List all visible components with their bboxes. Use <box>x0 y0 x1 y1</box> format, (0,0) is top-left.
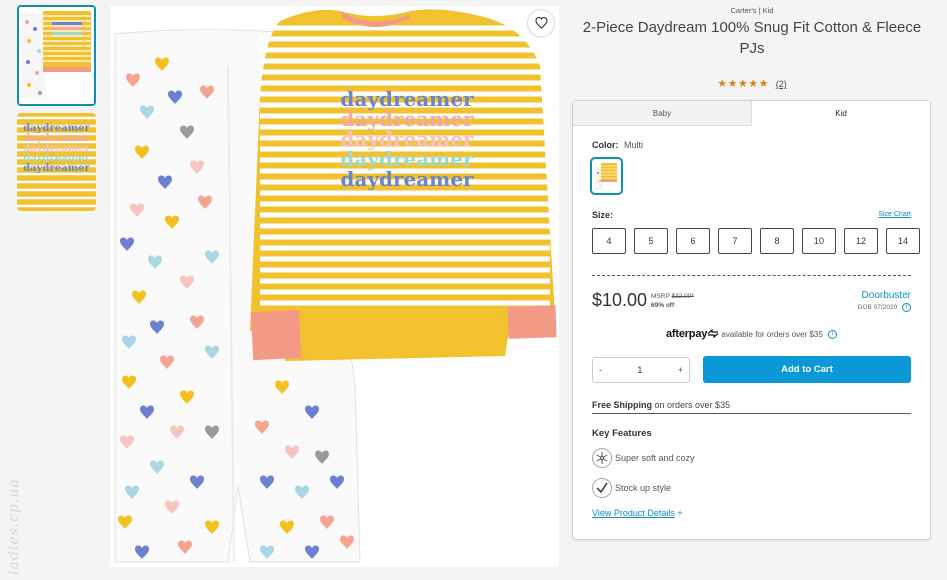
size-option-4[interactable]: 4 <box>592 228 626 254</box>
thumbnail-2[interactable]: daydreamer daydreamer daydreamer daydrea… <box>17 113 96 211</box>
brand-line: Carter's | Kid <box>730 6 774 15</box>
view-product-details-link[interactable]: View Product Details + <box>592 508 683 518</box>
feature-label: Super soft and cozy <box>615 453 695 463</box>
quantity-increase-button[interactable]: + <box>678 365 683 375</box>
tab-baby[interactable]: Baby <box>573 101 752 126</box>
details-link-text: View Product Details <box>592 508 675 518</box>
color-row: Color: Multi <box>592 140 643 150</box>
discount-text: 69% off <box>651 302 675 309</box>
size-option-7[interactable]: 7 <box>718 228 752 254</box>
afterpay-text: available for orders over $35 <box>721 330 823 339</box>
shirt-print-line-5: daydreamer <box>340 167 474 191</box>
rating: ★★★★★ (2) <box>573 77 931 90</box>
main-product-image: daydreamer daydreamer daydreamer daydrea… <box>110 6 559 567</box>
size-option-12[interactable]: 12 <box>844 228 878 254</box>
add-to-cart-button[interactable]: Add to Cart <box>703 356 911 383</box>
quantity-decrease-button[interactable]: - <box>599 365 602 375</box>
size-option-5[interactable]: 5 <box>634 228 668 254</box>
msrp-label: MSRP <box>651 293 670 300</box>
thumb-text-5: daydreamer <box>23 163 90 174</box>
price: $10.00 <box>592 290 648 310</box>
size-option-6[interactable]: 6 <box>676 228 710 254</box>
afterpay-row: afterpay available for orders over $35 i <box>573 328 930 340</box>
size-options: 4 5 6 7 8 10 12 14 <box>592 228 920 254</box>
swatch-image <box>595 163 617 190</box>
purchase-card: Baby Kid Color: Multi Size: Size Chart 4… <box>572 100 931 540</box>
feature-item-soft: Super soft and cozy <box>592 448 695 468</box>
msrp-block: MSRP $32.00* 69% off <box>651 292 694 310</box>
quantity-stepper: - + <box>592 357 690 383</box>
afterpay-info-icon[interactable]: i <box>828 330 838 340</box>
color-value: Multi <box>624 140 644 150</box>
favorite-button[interactable] <box>527 9 555 37</box>
review-count-link[interactable]: (2) <box>776 79 787 89</box>
size-chart-link[interactable]: Size Chart <box>878 211 911 218</box>
size-option-8[interactable]: 8 <box>760 228 794 254</box>
checkmark-icon <box>592 478 612 498</box>
rating-stars: ★★★★★ <box>717 78 770 90</box>
shipping-text: on orders over $35 <box>654 400 731 410</box>
shipping-bold: Free Shipping <box>592 400 653 410</box>
afterpay-arrows-icon <box>707 328 719 339</box>
afterpay-logo: afterpay <box>665 328 708 340</box>
msrp-value: $32.00* <box>671 293 694 300</box>
feature-label: Stock up style <box>615 483 672 493</box>
key-features-title: Key Features <box>592 428 652 439</box>
shipping-info: Free Shipping on orders over $35 <box>592 400 911 414</box>
doorbuster-badge: Doorbuster <box>861 290 911 301</box>
size-option-14[interactable]: 14 <box>886 228 920 254</box>
size-option-10[interactable]: 10 <box>802 228 836 254</box>
tab-kid[interactable]: Kid <box>752 101 930 126</box>
feature-item-style: Stock up style <box>592 478 671 498</box>
color-label: Color: <box>592 140 619 150</box>
size-range-tabs: Baby Kid <box>573 101 930 126</box>
thumbnail-1[interactable] <box>17 5 96 106</box>
info-icon[interactable]: i <box>902 303 911 312</box>
snowflake-icon <box>592 448 612 468</box>
product-title: 2-Piece Daydream 100% Snug Fit Cotton & … <box>582 19 922 57</box>
heart-outline-icon <box>534 17 548 29</box>
thumbnail-2-image: daydreamer daydreamer daydreamer daydrea… <box>17 113 96 211</box>
plus-icon: + <box>677 508 683 518</box>
color-swatch-multi[interactable] <box>590 157 623 195</box>
watermark: ladies.cp.ua <box>6 478 22 575</box>
thumbnail-1-image <box>19 7 94 104</box>
doorbuster-date-text: DOB 07/2020 <box>857 304 898 312</box>
quantity-input[interactable] <box>619 365 660 375</box>
doorbuster-date: DOB 07/2020 i <box>858 303 911 312</box>
divider <box>592 275 911 276</box>
size-label: Size: <box>592 210 614 220</box>
